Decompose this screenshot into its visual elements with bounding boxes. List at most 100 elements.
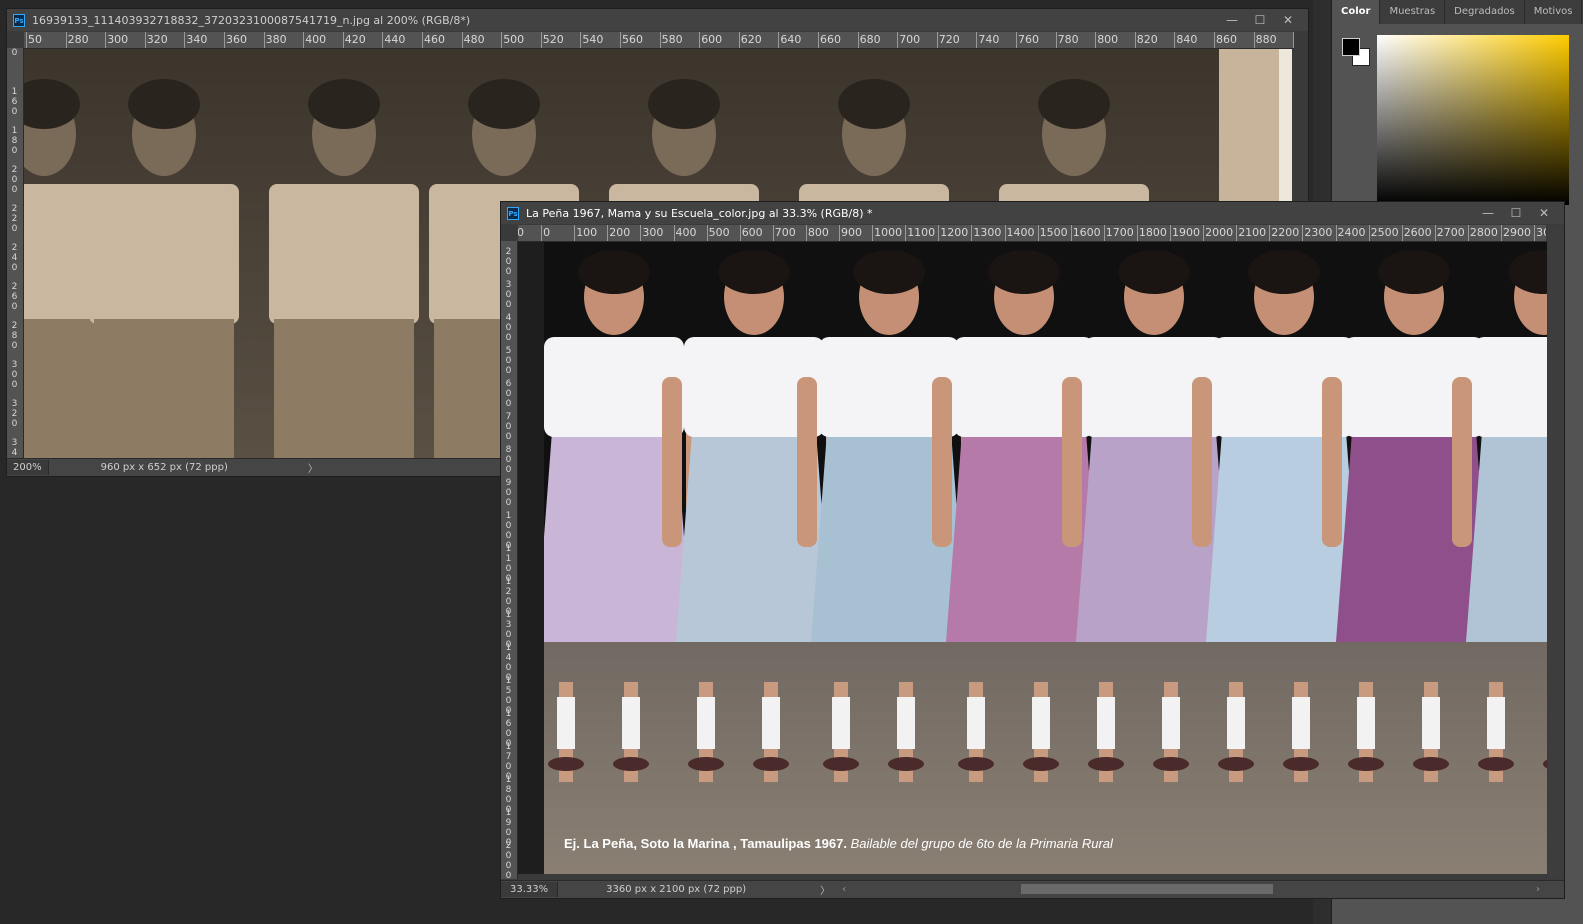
ruler-tick [1335,225,1337,241]
color-picker-field[interactable] [1377,35,1569,205]
horizontal-scrollbar-thumb[interactable] [1021,884,1273,894]
scroll-left-icon[interactable]: ‹ [842,884,846,895]
ruler-tick-label: 860 [1216,33,1237,46]
sepia-blouse [89,184,239,324]
shoe [958,757,994,771]
minimize-icon[interactable]: — [1474,202,1502,224]
ruler-tick [805,225,807,241]
sock [1032,697,1050,749]
ruler-tick-label: 780 [1057,33,1079,46]
ruler-tick [607,225,609,241]
ruler-tick-label: 200 [11,165,18,195]
ruler-tick [1293,32,1294,48]
shoe [1218,757,1254,771]
ruler-tick-label: 1900 [1172,226,1200,239]
ruler-tick-label: 480 [463,33,485,46]
ruler-tick-label: 500 [503,33,525,46]
ruler-tick-label: 1500 [1039,226,1068,239]
ruler-tick [640,225,642,241]
ruler-tick [224,32,225,48]
ruler-tick-label: 800 [807,226,829,239]
ruler-tick-label: 300 [505,280,512,310]
zoom-level[interactable]: 33.33% [501,882,559,897]
ruler-tick-label: 720 [938,33,960,46]
ruler-tick-label: 1000 [874,226,903,239]
tab-color[interactable]: Color [1332,0,1381,24]
ruler-tick-label: 320 [11,399,18,429]
hair [853,250,925,294]
color-photo: Ej. La Peña, Soto la Marina , Tamaulipas… [544,242,1547,874]
foreground-color-swatch[interactable] [1342,38,1360,56]
ruler-tick-label: 400 [305,33,327,46]
ruler-tick [1103,225,1105,241]
shoe [888,757,924,771]
vertical-scrollbar[interactable] [1548,225,1564,879]
ruler-tick [1070,225,1072,241]
ruler-tick-label: 620 [740,33,762,46]
ruler-tick [1401,225,1403,241]
tab-swatches[interactable]: Muestras [1380,0,1446,24]
ruler-tick-label: 280 [67,33,89,46]
ruler-tick-label: 680 [859,33,881,46]
minimize-icon[interactable]: — [1218,9,1246,31]
ruler-tick-label: 760 [1018,33,1039,46]
ruler-tick-label: 1800 [1138,226,1167,239]
shoe [1088,757,1124,771]
ruler-tick-label: 300 [107,33,129,46]
ruler-tick-label: 740 [978,33,1000,46]
ruler-tick [778,32,780,48]
ruler-tick-label: 1700 [1105,226,1134,239]
ruler-tick-label: 2000 [505,841,512,879]
ruler-tick [1037,225,1039,241]
ruler-tick-label: 2800 [1469,226,1498,239]
chevron-right-icon[interactable]: 〉 [820,882,830,897]
ruler-tick-label: 2200 [1271,226,1300,239]
close-icon[interactable]: ✕ [1274,9,1302,31]
tab-patterns[interactable]: Motivos [1525,0,1583,24]
ruler-tick-label: 200 [505,247,512,277]
close-icon[interactable]: ✕ [1530,202,1558,224]
tab-gradients[interactable]: Degradados [1445,0,1525,24]
ruler-tick [659,32,661,48]
vertical-ruler: 0 160 180 200 220 240 260 280 300 320 340 [7,48,24,459]
ruler-tick-label: 340 [186,33,208,46]
ruler-tick [1434,225,1436,241]
arm [1322,377,1342,547]
ruler-tick-label: 440 [384,33,406,46]
document-window-color: Ps La Peña 1967, Mama y su Escuela_color… [500,201,1565,899]
zoom-level[interactable]: 200% [7,460,49,475]
scroll-right-icon[interactable]: › [1536,884,1540,895]
window-titlebar[interactable]: Ps 16939133_111403932718832_372032310008… [7,9,1308,31]
ruler-tick [541,225,543,241]
sepia-hair [468,79,540,129]
shoe [1023,757,1059,771]
ruler-tick [699,32,701,48]
shoe [1478,757,1514,771]
ruler-tick-label: 260 [11,282,18,312]
ruler-tick-label: 340 [11,438,18,459]
ruler-tick [1203,225,1205,241]
ruler-tick [65,32,67,48]
ruler-tick-label: 1600 [1072,226,1101,239]
restore-icon[interactable]: ☐ [1502,202,1530,224]
restore-icon[interactable]: ☐ [1246,9,1274,31]
ruler-tick [1095,32,1097,48]
window-titlebar[interactable]: Ps La Peña 1967, Mama y su Escuela_color… [501,202,1564,224]
image-canvas-color[interactable]: Ej. La Peña, Soto la Marina , Tamaulipas… [518,242,1547,874]
ruler-tick-label: 500 [505,346,512,376]
ruler-tick [772,225,774,241]
ruler-tick-label: 1200 [940,226,969,239]
ruler-tick [673,225,675,241]
chevron-right-icon[interactable]: 〉 [308,460,318,475]
ruler-tick [818,32,819,48]
sock [1162,697,1180,749]
ruler-tick [303,32,305,48]
ruler-tick [574,225,576,241]
photo-caption: Ej. La Peña, Soto la Marina , Tamaulipas… [564,836,1113,851]
ruler-tick [1534,225,1536,241]
ruler-tick-label: 300 [11,360,18,390]
ruler-tick [857,32,859,48]
ruler-tick-label: 2500 [1370,226,1399,239]
shoe [1348,757,1384,771]
ruler-tick [184,32,186,48]
